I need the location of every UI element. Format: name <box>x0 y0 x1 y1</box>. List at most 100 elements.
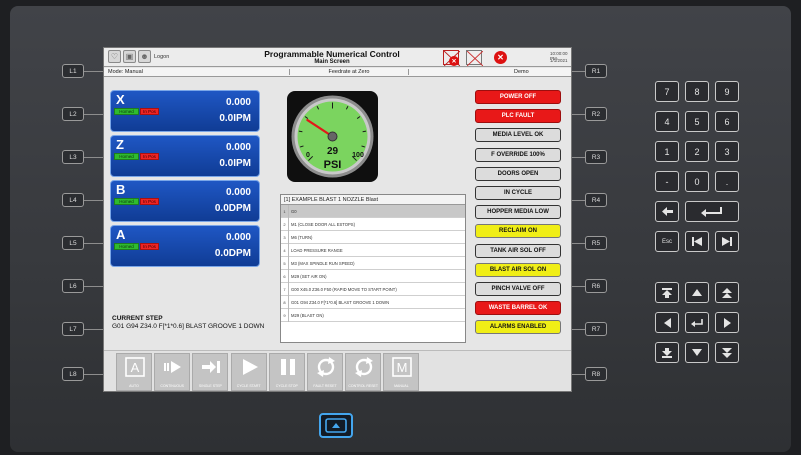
page-up-key[interactable] <box>715 282 739 303</box>
status-indicator-in-cycle[interactable]: IN CYCLE <box>475 186 561 200</box>
side-key-l2[interactable]: L2 <box>62 107 84 121</box>
status-indicator-media-level-ok[interactable]: MEDIA LEVEL OK <box>475 128 561 143</box>
side-key-l1[interactable]: L1 <box>62 64 84 78</box>
single-step-button[interactable]: SINGLE STEP <box>192 353 229 391</box>
home-button[interactable] <box>319 413 353 438</box>
page-up-icon <box>722 287 732 298</box>
home-top-key[interactable] <box>655 282 679 303</box>
side-key-r6[interactable]: R6 <box>585 279 607 293</box>
keypad-key-1[interactable]: 1 <box>655 141 679 162</box>
cycle-start-button[interactable]: CYCLE START <box>230 353 267 391</box>
keypad-key-6[interactable]: 6 <box>715 111 739 132</box>
continuous-button[interactable]: CONTINUOUS <box>154 353 191 391</box>
arrow-right-key[interactable] <box>715 312 739 333</box>
program-step-list[interactable]: [1] EXAMPLE BLAST 1 NOZZLE Blast 1 G0 2 M1 … <box>280 194 466 343</box>
keypad-key-7[interactable]: 7 <box>655 81 679 102</box>
manual-button[interactable]: M MANUAL <box>383 353 420 391</box>
step-row[interactable]: 6 M29 (SET AIR ON) <box>281 269 465 283</box>
step-row[interactable]: 7 G00 X45.0 Z36.0 F50 (RAPID MOVE TO STAR… <box>281 282 465 296</box>
single-step-icon <box>202 361 221 373</box>
backspace-key[interactable] <box>655 201 679 222</box>
status-indicator-reclaim-on[interactable]: RECLAIM ON <box>475 224 561 239</box>
step-row[interactable]: 8 G01 G94 Z34.0 F[*1*0.6] BLAST GROOVE 1 … <box>281 295 465 309</box>
arrow-left-key[interactable] <box>655 312 679 333</box>
status-indicator-blast-air-sol-on[interactable]: BLAST AIR SOL ON <box>475 262 561 277</box>
step-row[interactable]: 4 LOAD PRESSURE RANGE <box>281 243 465 257</box>
fault-reset-button[interactable]: FAULT RESET <box>307 353 343 391</box>
keypad-key-5[interactable]: 5 <box>685 111 709 132</box>
svg-text:A: A <box>131 360 140 375</box>
status-indicator-pinch-valve-off[interactable]: PINCH VALVE OFF <box>475 282 561 296</box>
axis-feed-rate: 0.0DPM <box>214 203 251 214</box>
keypad-key-0[interactable]: 0 <box>685 171 709 192</box>
user-icon[interactable]: ☻ <box>138 50 151 63</box>
alarm-box-2[interactable] <box>466 50 483 66</box>
status-indicator-doors-open[interactable]: DOORS OPEN <box>475 166 561 181</box>
end-bottom-key[interactable] <box>655 342 679 363</box>
first-page-key[interactable] <box>685 231 709 252</box>
step-row[interactable]: 5 M3 (MAX SPINDLE RUN SPEED) <box>281 256 465 270</box>
status-indicator-power-off[interactable]: POWER OFF <box>475 90 561 104</box>
enter-key[interactable] <box>685 201 739 222</box>
step-row[interactable]: 1 G0 <box>281 204 465 218</box>
side-key-connector <box>572 243 585 244</box>
home-screen-icon <box>325 418 347 433</box>
side-key-l5[interactable]: L5 <box>62 236 84 250</box>
status-indicator-alarms-enabled[interactable]: ALARMS ENABLED <box>475 320 561 335</box>
step-number: 4 <box>281 243 289 257</box>
keypad-key-2[interactable]: 2 <box>685 141 709 162</box>
center-enter-key[interactable] <box>685 312 709 333</box>
top-bar: ♡ ▣ ☻ Logon Programmable Numerical Contr… <box>104 48 571 67</box>
side-key-l7[interactable]: L7 <box>62 322 84 336</box>
keypad-key-minus[interactable]: - <box>655 171 679 192</box>
in-position-badge: In Pos <box>140 153 159 160</box>
arrow-left-icon <box>663 317 671 328</box>
reset-icon <box>317 357 335 377</box>
status-indicator-plc-fault[interactable]: PLC FAULT <box>475 109 561 124</box>
side-key-r5[interactable]: R5 <box>585 236 607 250</box>
side-key-connector <box>84 200 103 201</box>
clock-date: 1/1/2021 <box>550 58 568 63</box>
status-indicator-hopper-media-low[interactable]: HOPPER MEDIA LOW <box>475 205 561 220</box>
auto-icon: A <box>125 357 145 377</box>
screen-icon[interactable]: ▣ <box>123 50 136 63</box>
keypad-key-dot[interactable]: . <box>715 171 739 192</box>
side-key-l3[interactable]: L3 <box>62 150 84 164</box>
step-row[interactable]: 3 M6 (TURN) <box>281 230 465 244</box>
step-row[interactable]: 2 M1 (CLOSE DOOR ALL ESTOPS) <box>281 217 465 231</box>
status-indicator-waste-barrel-ok[interactable]: WASTE BARREL OK <box>475 301 561 316</box>
step-row[interactable]: 9 M29 (BLAST ON) <box>281 308 465 322</box>
page-down-key[interactable] <box>715 342 739 363</box>
side-key-r8[interactable]: R8 <box>585 367 607 381</box>
side-key-r1[interactable]: R1 <box>585 64 607 78</box>
side-key-r4[interactable]: R4 <box>585 193 607 207</box>
side-key-l4[interactable]: L4 <box>62 193 84 207</box>
axis-feed-rate: 0.0IPM <box>219 113 251 124</box>
last-page-key[interactable] <box>715 231 739 252</box>
toolbar-button-label: CONTROL RESET <box>348 384 378 388</box>
bell-icon[interactable]: ♡ <box>108 50 121 63</box>
alarm-box-1[interactable]: ✕ <box>443 50 460 66</box>
keypad-key-8[interactable]: 8 <box>685 81 709 102</box>
arrow-down-key[interactable] <box>685 342 709 363</box>
side-key-r3[interactable]: R3 <box>585 150 607 164</box>
status-indicator-f-override-100-[interactable]: F OVERRIDE 100% <box>475 147 561 162</box>
side-key-l8[interactable]: L8 <box>62 367 84 381</box>
escape-key[interactable]: Esc <box>655 231 679 252</box>
keypad-key-9[interactable]: 9 <box>715 81 739 102</box>
logon-label[interactable]: Logon <box>154 54 169 60</box>
gauge-max-label: 100 <box>352 152 364 159</box>
keypad-key-3[interactable]: 3 <box>715 141 739 162</box>
arrow-up-key[interactable] <box>685 282 709 303</box>
side-key-r7[interactable]: R7 <box>585 322 607 336</box>
toolbar-button-label: CYCLE START <box>236 384 261 388</box>
keypad-key-4[interactable]: 4 <box>655 111 679 132</box>
control-reset-button[interactable]: CONTROL RESET <box>345 353 382 391</box>
side-key-l6[interactable]: L6 <box>62 279 84 293</box>
status-indicator-tank-air-sol-off[interactable]: TANK AIR SOL OFF <box>475 243 561 258</box>
step-number: 9 <box>281 308 289 322</box>
auto-button[interactable]: A AUTO <box>116 353 152 391</box>
fault-icon[interactable]: ✕ <box>494 51 507 64</box>
cycle-stop-button[interactable]: CYCLE STOP <box>268 353 305 391</box>
side-key-r2[interactable]: R2 <box>585 107 607 121</box>
